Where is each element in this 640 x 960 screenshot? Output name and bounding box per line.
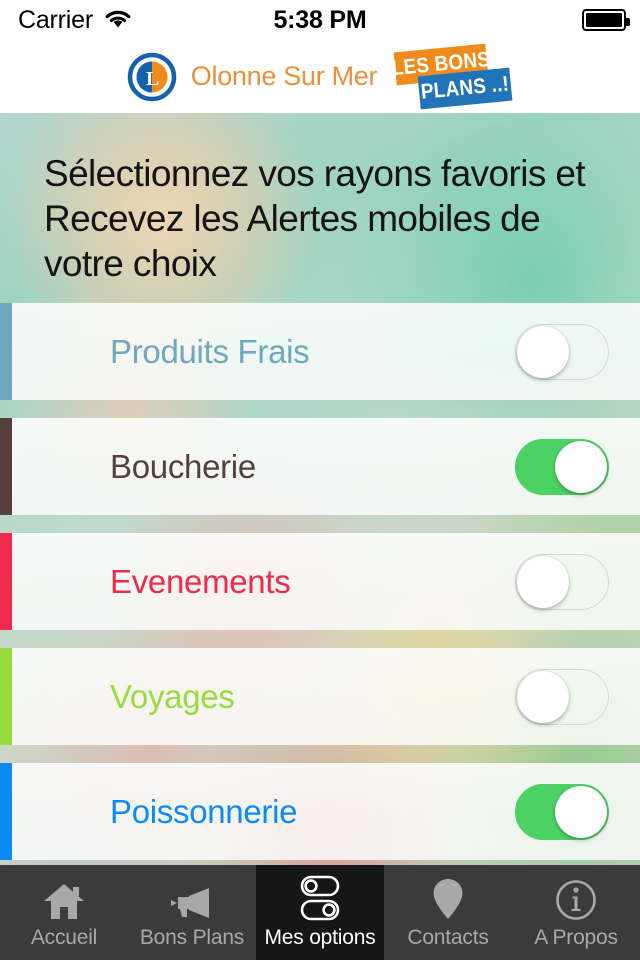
page-headline: Sélectionnez vos rayons favoris et Recev…	[44, 153, 586, 284]
category-label: Voyages	[110, 677, 235, 715]
info-circle-icon	[555, 877, 597, 921]
toggle-knob	[517, 325, 569, 378]
tab-label: Accueil	[30, 925, 98, 949]
tab-label: Mes options	[264, 925, 376, 949]
tab-label: A Propos	[534, 925, 618, 949]
megaphone-icon	[169, 877, 215, 921]
category-color-stripe	[0, 418, 12, 515]
category-label: Boucherie	[110, 447, 256, 485]
toggle-knob	[555, 785, 607, 838]
category-toggle-wrapper[interactable]	[515, 553, 609, 610]
bons-plans-badge: LES BONS PLANS ..!	[391, 43, 513, 109]
app-screen: Carrier 5:38 PM L Olonne Sur Mer LES BON…	[0, 0, 640, 960]
category-row[interactable]: Produits Frais	[0, 303, 640, 400]
category-row[interactable]: Voyages	[0, 648, 640, 745]
category-color-stripe	[0, 533, 12, 630]
brand-block: L Olonne Sur Mer	[127, 52, 377, 102]
status-bar-right	[582, 0, 630, 40]
toggle-knob	[555, 440, 607, 493]
category-row[interactable]: Poissonnerie	[0, 763, 640, 860]
category-row[interactable]: Boucherie	[0, 418, 640, 515]
tab-label: Contacts	[407, 925, 489, 949]
category-toggle-wrapper[interactable]	[515, 323, 609, 380]
category-toggle-wrapper[interactable]	[515, 438, 609, 495]
category-toggle-wrapper[interactable]	[515, 668, 609, 725]
category-label: Evenements	[110, 562, 291, 600]
app-header: L Olonne Sur Mer LES BONS PLANS ..!	[0, 40, 640, 113]
tab-label: Bons Plans	[139, 925, 245, 949]
category-color-stripe	[0, 303, 12, 400]
toggle-knob	[517, 555, 569, 608]
bottom-tab-bar: Accueil Bons Plans Mes options Contacts A Pr…	[0, 865, 640, 960]
tab-a-propos[interactable]: A Propos	[512, 865, 640, 960]
leclerc-logo-icon: L	[127, 52, 177, 102]
battery-full-icon	[582, 9, 630, 31]
category-toggle-switch[interactable]	[515, 323, 609, 380]
svg-text:L: L	[146, 68, 159, 90]
store-name-label: Olonne Sur Mer	[190, 61, 378, 91]
tab-contacts[interactable]: Contacts	[384, 865, 512, 960]
category-label: Produits Frais	[110, 332, 310, 370]
tab-accueil[interactable]: Accueil	[0, 865, 128, 960]
category-toggle-switch[interactable]	[515, 668, 609, 725]
category-color-stripe	[0, 648, 12, 745]
main-content: Sélectionnez vos rayons favoris et Recev…	[0, 113, 640, 865]
category-row[interactable]: Evenements	[0, 533, 640, 630]
map-pin-icon	[431, 877, 465, 921]
status-bar: Carrier 5:38 PM	[0, 0, 640, 40]
clock-label: 5:38 PM	[273, 5, 367, 34]
tab-mes-options[interactable]: Mes options	[256, 865, 384, 960]
category-label: Poissonnerie	[110, 792, 298, 830]
category-color-stripe	[0, 763, 12, 860]
category-toggle-switch[interactable]	[515, 553, 609, 610]
category-toggle-switch[interactable]	[515, 438, 609, 495]
category-toggle-switch[interactable]	[515, 783, 609, 840]
category-list: Produits Frais Boucherie Evenements Voyages…	[0, 303, 640, 878]
tab-bons-plans[interactable]: Bons Plans	[128, 865, 256, 960]
toggles-icon	[294, 875, 346, 921]
status-bar-center: 5:38 PM	[0, 0, 640, 40]
category-toggle-wrapper[interactable]	[515, 783, 609, 840]
toggle-knob	[517, 670, 569, 723]
home-icon	[42, 877, 86, 921]
badge-line2-label: PLANS ..!	[420, 71, 511, 104]
